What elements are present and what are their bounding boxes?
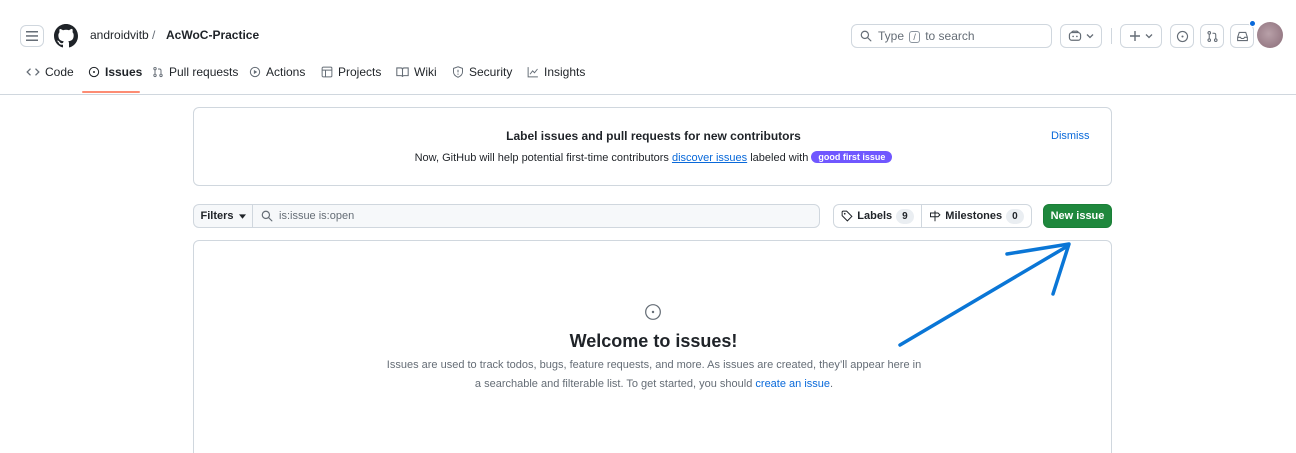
copilot-icon bbox=[1068, 30, 1082, 41]
search-shortcut-key: / bbox=[909, 31, 920, 43]
inbox-icon bbox=[1236, 31, 1248, 41]
shield-icon bbox=[453, 66, 463, 78]
banner-title: Label issues and pull requests for new c… bbox=[506, 129, 801, 143]
contributors-banner: Label issues and pull requests for new c… bbox=[193, 107, 1112, 186]
good-first-issue-label[interactable]: good first issue bbox=[811, 151, 893, 163]
issue-search-query: is:issue is:open bbox=[279, 210, 355, 222]
chevron-down-icon bbox=[1086, 34, 1094, 39]
tab-label: Pull requests bbox=[169, 65, 239, 79]
new-issue-button[interactable]: New issue bbox=[1043, 204, 1112, 228]
blankslate-text: Issues are used to track todos, bugs, fe… bbox=[386, 359, 922, 390]
search-icon bbox=[860, 30, 872, 42]
labels-label: Labels bbox=[857, 210, 893, 222]
code-icon bbox=[26, 68, 40, 76]
tab-label: Issues bbox=[105, 65, 143, 79]
labels-button[interactable]: Labels 9 bbox=[833, 204, 922, 228]
github-logo-icon[interactable] bbox=[54, 24, 78, 48]
tab-wiki[interactable]: Wiki bbox=[396, 65, 437, 79]
inbox-button[interactable] bbox=[1230, 24, 1254, 48]
milestones-button[interactable]: Milestones 0 bbox=[921, 204, 1032, 228]
your-issues-button[interactable] bbox=[1170, 24, 1194, 48]
issues-blankslate: Welcome to issues! Issues are used to tr… bbox=[193, 240, 1112, 453]
search-input[interactable]: Type / to search bbox=[851, 24, 1052, 48]
tab-pull-requests[interactable]: Pull requests bbox=[152, 65, 238, 79]
create-new-button[interactable] bbox=[1120, 24, 1162, 48]
global-bar: androidvitb / AcWoC-Practice Type / to s… bbox=[0, 18, 1296, 54]
tab-actions[interactable]: Actions bbox=[249, 65, 305, 79]
tab-insights[interactable]: Insights bbox=[527, 65, 585, 79]
breadcrumb-repo[interactable]: AcWoC-Practice bbox=[166, 28, 259, 42]
header-divider bbox=[1111, 28, 1112, 44]
issue-opened-icon bbox=[645, 304, 661, 320]
chevron-down-icon bbox=[1145, 34, 1153, 39]
issue-opened-icon bbox=[1176, 30, 1188, 42]
search-icon bbox=[261, 210, 273, 222]
milestone-icon bbox=[930, 210, 941, 222]
tab-label: Wiki bbox=[414, 65, 437, 79]
tab-label: Code bbox=[45, 65, 74, 79]
labels-count: 9 bbox=[896, 208, 914, 224]
app-header: androidvitb / AcWoC-Practice Type / to s… bbox=[0, 0, 1296, 95]
repo-nav: Code Issues Pull requests Actions Projec… bbox=[0, 57, 1296, 93]
plus-icon bbox=[1130, 31, 1140, 41]
tab-issues[interactable]: Issues bbox=[88, 65, 142, 79]
table-icon bbox=[321, 66, 333, 78]
tab-label: Security bbox=[469, 65, 513, 79]
git-pull-request-icon bbox=[1206, 30, 1218, 42]
breadcrumb-separator: / bbox=[152, 28, 156, 42]
issue-opened-icon bbox=[88, 66, 100, 78]
dismiss-button[interactable]: Dismiss bbox=[1051, 130, 1090, 142]
book-icon bbox=[396, 67, 409, 77]
menu-button[interactable] bbox=[20, 25, 44, 47]
tab-projects[interactable]: Projects bbox=[321, 65, 381, 79]
graph-icon bbox=[527, 67, 538, 78]
breadcrumb-owner[interactable]: androidvitb bbox=[90, 28, 149, 42]
play-icon bbox=[249, 66, 261, 78]
avatar[interactable] bbox=[1257, 22, 1283, 48]
issue-search-input[interactable]: is:issue is:open bbox=[252, 204, 820, 228]
milestones-count: 0 bbox=[1006, 208, 1024, 224]
create-issue-link[interactable]: create an issue bbox=[755, 378, 830, 390]
tab-label: Actions bbox=[266, 65, 306, 79]
git-pull-request-icon bbox=[153, 66, 163, 78]
tab-code[interactable]: Code bbox=[26, 65, 74, 79]
discover-issues-link[interactable]: discover issues bbox=[672, 152, 747, 164]
caret-down-icon bbox=[238, 213, 246, 219]
copilot-button[interactable] bbox=[1060, 24, 1102, 48]
active-tab-indicator bbox=[82, 91, 140, 93]
milestones-label: Milestones bbox=[945, 210, 1003, 222]
search-placeholder: Type / to search bbox=[878, 29, 975, 43]
tab-label: Insights bbox=[544, 65, 586, 79]
tab-security[interactable]: Security bbox=[452, 65, 512, 79]
tab-label: Projects bbox=[338, 65, 382, 79]
tag-icon bbox=[841, 210, 853, 222]
filters-dropdown[interactable]: Filters bbox=[193, 204, 253, 228]
banner-text: Now, GitHub will help potential first-ti… bbox=[194, 151, 1113, 164]
hamburger-icon bbox=[26, 31, 38, 41]
filters-label: Filters bbox=[200, 210, 234, 222]
your-pull-requests-button[interactable] bbox=[1200, 24, 1224, 48]
notification-indicator bbox=[1249, 20, 1256, 27]
blankslate-title: Welcome to issues! bbox=[569, 331, 738, 351]
